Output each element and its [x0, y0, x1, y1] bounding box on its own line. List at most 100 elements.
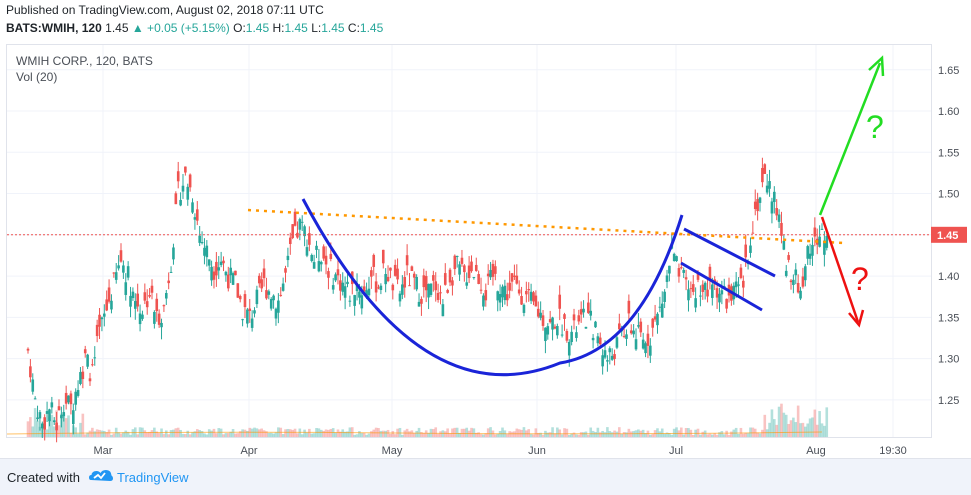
volume-bar — [91, 427, 94, 437]
volume-bar — [460, 428, 464, 437]
candle-body — [484, 290, 488, 301]
candle-body — [148, 295, 151, 297]
volume-bar — [257, 429, 261, 437]
volume-bar — [203, 433, 206, 437]
volume-bar — [179, 429, 182, 437]
candle-body — [627, 300, 631, 314]
candle-body — [358, 291, 361, 298]
tradingview-link[interactable]: TradingView — [117, 470, 189, 485]
candle-body — [637, 325, 640, 327]
volume-bar — [756, 432, 759, 437]
last-price-tag-label: 1.45 — [937, 230, 958, 242]
volume-bar — [789, 420, 793, 437]
volume-bar — [618, 427, 621, 437]
volume-bar — [501, 427, 504, 437]
volume-bar — [794, 422, 798, 437]
candle-body — [257, 275, 261, 284]
time-tick-label: Mar — [94, 445, 113, 457]
volume-bar — [145, 432, 149, 437]
volume-bar — [758, 433, 762, 437]
volume-bar — [813, 409, 817, 437]
volume-bar — [687, 428, 690, 437]
volume-bar — [164, 430, 168, 437]
volume-bar — [465, 427, 469, 437]
candle-body — [615, 337, 619, 348]
candle-body — [219, 261, 223, 266]
candle-body — [706, 289, 709, 297]
candle-body — [458, 264, 461, 275]
candle-body — [79, 372, 82, 384]
candle-body — [808, 253, 812, 259]
volume-bar — [212, 428, 216, 437]
volume-bar — [76, 433, 80, 437]
candle-body — [439, 292, 442, 294]
price-tick-label: 1.35 — [938, 312, 959, 324]
volume-bar — [737, 434, 740, 437]
volume-bar — [207, 429, 211, 437]
candle-body — [563, 314, 566, 319]
candle-body — [281, 283, 285, 291]
candle-body — [86, 354, 89, 367]
candle-body — [687, 289, 690, 301]
volume-bar — [477, 432, 480, 437]
volume-bar — [372, 429, 376, 437]
volume-bar — [775, 424, 778, 437]
candle-body — [153, 311, 156, 324]
candle-body — [267, 291, 271, 295]
candle-body — [353, 295, 356, 306]
candle-body — [494, 266, 497, 274]
price-chart[interactable]: 1.251.301.351.401.451.501.551.601.651.45… — [0, 0, 971, 494]
candle-body — [205, 245, 209, 258]
volume-bar — [172, 429, 175, 437]
tradingview-cloud-icon[interactable] — [88, 468, 114, 486]
volume-bar — [649, 434, 652, 437]
candle-body — [520, 296, 523, 305]
volume-bar — [701, 431, 705, 437]
candle-body — [634, 339, 638, 350]
volume-bar — [281, 434, 285, 437]
candle-body — [43, 417, 46, 430]
candle-body — [52, 420, 56, 423]
volume-bar — [136, 434, 139, 437]
candle-body — [711, 284, 714, 298]
volume-bar — [560, 434, 564, 437]
volume-bar — [472, 428, 476, 437]
candle-body — [334, 274, 337, 281]
candle-body — [596, 336, 600, 344]
volume-bar — [768, 422, 771, 437]
candle-body — [598, 337, 602, 345]
candle-body — [546, 326, 550, 335]
candle-body — [26, 348, 30, 351]
volume-bar — [327, 429, 330, 437]
candle-body — [474, 264, 478, 271]
candle-body — [260, 279, 263, 289]
volume-bar — [124, 430, 128, 437]
volume-bar — [410, 430, 414, 437]
candle-body — [103, 313, 106, 317]
volume-bar — [272, 433, 275, 437]
volume-bar — [408, 431, 411, 437]
candle-body — [553, 326, 557, 329]
volume-bar — [551, 427, 554, 437]
volume-bar — [603, 432, 607, 437]
candle-body — [279, 294, 283, 296]
volume-bar — [381, 430, 385, 437]
candle-body — [584, 326, 588, 329]
volume-bar — [296, 433, 299, 437]
volume-bar — [610, 432, 614, 437]
candle-body — [243, 294, 247, 308]
candle-body — [224, 271, 228, 276]
candle-body — [501, 286, 504, 298]
candle-body — [207, 259, 211, 266]
price-tick-label: 1.50 — [938, 189, 959, 201]
candle-body — [241, 319, 244, 321]
candle-body — [582, 308, 585, 313]
volume-bar — [262, 430, 266, 437]
volume-bar — [365, 434, 368, 437]
candle-body — [150, 285, 154, 293]
volume-bar — [267, 432, 271, 437]
volume-bar — [746, 433, 750, 437]
volume-bar — [629, 431, 633, 437]
candle-body — [525, 290, 528, 295]
candle-body — [129, 295, 132, 307]
